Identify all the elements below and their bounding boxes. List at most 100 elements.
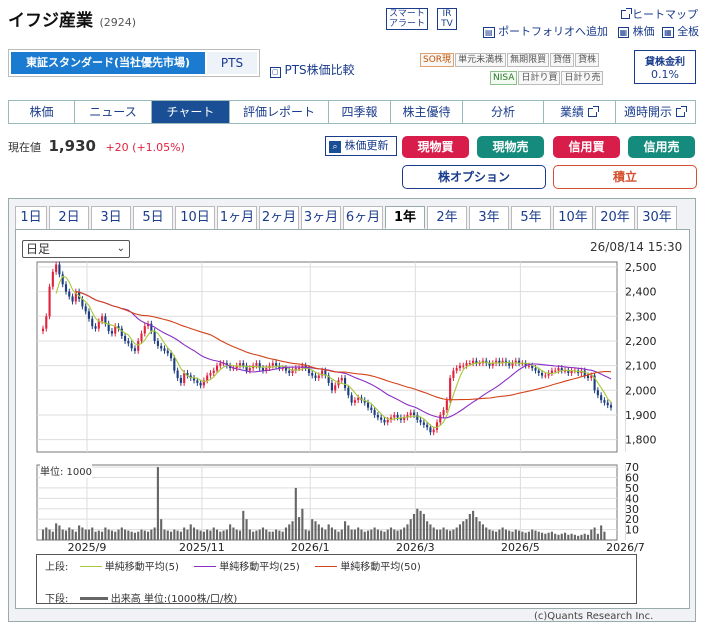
candle-body — [140, 333, 143, 341]
candle-body — [261, 368, 265, 371]
candle-body — [156, 340, 159, 346]
volume-bar — [429, 524, 432, 540]
volume-bar — [380, 530, 383, 540]
candle-body — [153, 331, 156, 341]
price-tick-label: 2,500 — [625, 261, 657, 274]
volume-bar — [393, 529, 396, 540]
volume-bar — [409, 519, 412, 540]
volume-bar — [189, 524, 192, 540]
volume-bar — [45, 527, 48, 540]
volume-bar — [169, 531, 173, 540]
candle-body — [396, 414, 399, 418]
candle-body — [386, 419, 389, 423]
volume-bar — [222, 530, 225, 540]
candle-body — [91, 318, 94, 327]
x-tick-label: 2026/7 — [606, 541, 645, 554]
volume-bar — [314, 521, 317, 540]
volume-bar — [68, 527, 71, 540]
volume-bar — [311, 519, 314, 540]
legend-lower: 下段: 出来高 単位:(1000株/口/枚) — [45, 590, 237, 605]
volume-bar — [462, 521, 465, 540]
volume-bar — [334, 529, 337, 540]
candle-body — [242, 363, 245, 366]
volume-bar — [531, 529, 534, 540]
candle-body — [68, 291, 71, 297]
price-tick-label: 2,100 — [625, 360, 657, 373]
candle-body — [540, 373, 544, 376]
candle-body — [445, 400, 448, 411]
volume-bar — [327, 524, 330, 540]
volume-bar — [321, 527, 324, 540]
candle-body — [176, 370, 179, 378]
volume-bar — [458, 524, 462, 540]
volume-bar — [55, 523, 58, 540]
candle-body — [340, 377, 343, 381]
volume-bar — [153, 527, 156, 540]
price-tick-label: 2,200 — [625, 335, 657, 348]
volume-bar — [130, 531, 133, 540]
candle-body — [366, 402, 370, 408]
volume-bar — [235, 529, 238, 540]
ma25-legend: 単純移動平均(25) — [194, 562, 300, 573]
volume-bar — [560, 533, 563, 540]
price-tick-label: 1,800 — [625, 434, 657, 447]
volume-bar — [324, 529, 327, 540]
volume-bar — [252, 531, 255, 540]
volume-bar — [498, 529, 501, 540]
volume-bar — [435, 529, 439, 540]
candle-body — [48, 286, 51, 317]
candle-body — [291, 370, 294, 374]
volume-bar — [64, 530, 68, 540]
volume-bar — [147, 531, 150, 540]
volume-bar — [291, 521, 294, 540]
ma25-swatch — [194, 566, 217, 567]
volume-bar — [196, 529, 199, 540]
volume-bar — [508, 530, 511, 540]
candle-body — [370, 407, 373, 411]
volume-bar — [567, 534, 570, 540]
candle-body — [472, 360, 475, 364]
volume-bar — [160, 519, 163, 540]
candle-body — [465, 363, 468, 366]
candle-body — [557, 368, 560, 371]
price-tick-label: 2,000 — [625, 384, 657, 397]
candle-body — [330, 382, 333, 391]
volume-bar — [586, 534, 590, 540]
candle-body — [288, 370, 291, 374]
volume-bar — [288, 524, 291, 540]
volume-bar — [117, 529, 120, 540]
candle-body — [554, 370, 557, 372]
volume-bar — [61, 529, 64, 540]
candle-body — [55, 264, 58, 272]
volume-bar — [547, 532, 550, 540]
candle-body — [84, 306, 87, 312]
chart-credit: (c)Quants Research Inc. — [534, 611, 654, 622]
price-tick-label: 2,300 — [625, 310, 657, 323]
candle-body — [383, 419, 386, 423]
volume-bar — [350, 529, 353, 540]
volume-bar — [199, 530, 202, 540]
candle-body — [442, 410, 445, 415]
volume-bar — [156, 467, 159, 540]
candle-body — [143, 326, 146, 334]
candle-body — [435, 422, 439, 430]
candle-body — [343, 377, 347, 388]
candle-body — [219, 363, 222, 366]
candle-body — [58, 264, 61, 275]
volume-bar — [51, 531, 54, 540]
candle-body — [199, 382, 202, 386]
volume-bar — [101, 531, 104, 540]
volume-bar — [340, 529, 343, 540]
candle-body — [452, 370, 455, 378]
candle-body — [212, 370, 215, 374]
volume-bar — [242, 510, 245, 540]
candle-body — [314, 375, 317, 378]
candle-body — [183, 373, 186, 383]
volume-bar — [534, 530, 537, 540]
candle-body — [347, 387, 350, 396]
candle-body — [196, 380, 199, 383]
volume-bar — [445, 529, 448, 540]
ma5-legend: 単純移動平均(5) — [79, 562, 179, 573]
candle-body — [422, 422, 425, 425]
volume-bar — [590, 529, 593, 540]
